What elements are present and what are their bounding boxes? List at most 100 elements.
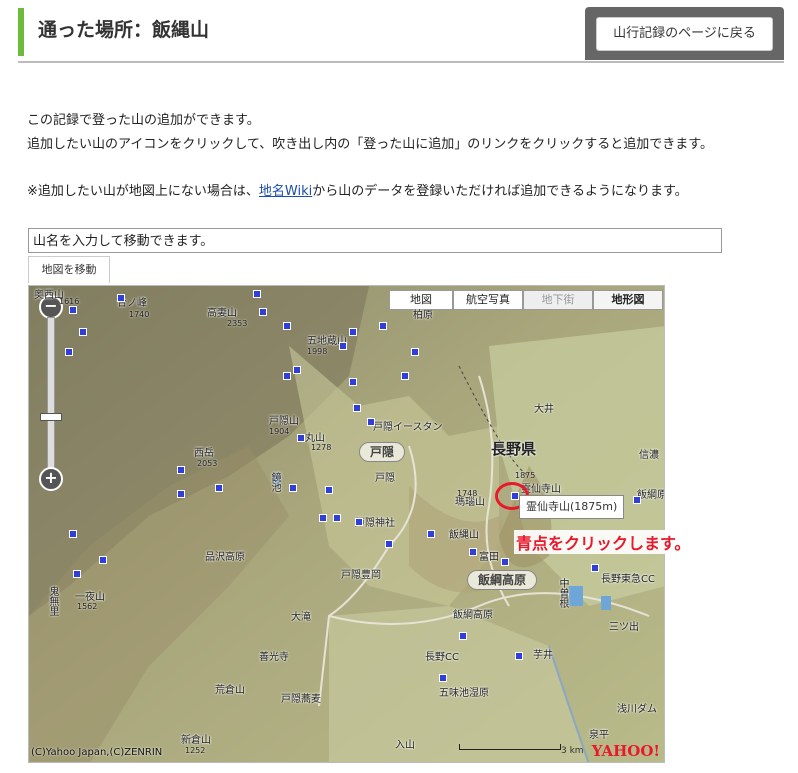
header-accent-bar xyxy=(18,8,24,56)
place-pill-iizuna: 飯綱高原 xyxy=(467,570,538,590)
mountain-marker[interactable] xyxy=(73,570,81,578)
mountain-marker[interactable] xyxy=(117,294,125,302)
mountain-marker[interactable] xyxy=(515,652,523,660)
mountain-marker[interactable] xyxy=(319,514,327,522)
mountain-marker[interactable] xyxy=(215,484,223,492)
mountain-marker[interactable] xyxy=(469,548,477,556)
place-label: 五味池湿原 xyxy=(439,688,489,699)
info-line-1: この記録で登った山の追加ができます。 xyxy=(27,113,260,128)
mountain-marker[interactable] xyxy=(283,372,291,380)
place-label: 三ツ出 xyxy=(609,622,639,633)
mountain-label: 一夜山 xyxy=(75,592,105,603)
place-label: 品沢高原 xyxy=(205,552,245,563)
map-copyright: (C)Yahoo Japan,(C)ZENRIN xyxy=(31,747,163,758)
mountain-marker[interactable] xyxy=(325,486,333,494)
mountain-elev: 1998 xyxy=(307,347,328,356)
place-label: 鬼無里 xyxy=(47,586,58,616)
mountain-marker[interactable] xyxy=(385,540,393,548)
place-label: 長野CC xyxy=(425,652,459,663)
page-title: 通った場所：飯縄山 xyxy=(38,19,210,41)
map-terrain xyxy=(29,286,664,762)
zoom-slider-handle[interactable] xyxy=(40,413,62,421)
mountain-marker[interactable] xyxy=(401,372,409,380)
mountain-elev: 1748 xyxy=(457,489,478,498)
mountain-marker[interactable] xyxy=(333,514,341,522)
mountain-elev: 1616 xyxy=(59,297,80,306)
place-pill-togakushi: 戸隠 xyxy=(359,442,406,462)
mountain-elev: 1904 xyxy=(269,427,290,436)
mountain-marker[interactable] xyxy=(439,674,447,682)
info-line-3-before: ※追加したい山が地図上にない場合は、 xyxy=(27,184,259,199)
info-line-3: ※追加したい山が地図上にない場合は、地名Wikiから山のデータを登録いただければ… xyxy=(27,180,688,199)
back-button-container: 山行記録のページに戻る xyxy=(585,7,784,60)
mountain-marker[interactable] xyxy=(177,490,185,498)
mountain-elev: 2353 xyxy=(227,319,248,328)
back-to-record-button[interactable]: 山行記録のページに戻る xyxy=(596,17,773,51)
place-label: 長野東急CC xyxy=(601,574,655,585)
mountain-marker[interactable] xyxy=(289,484,297,492)
mountain-marker[interactable] xyxy=(65,348,73,356)
zoom-slider-track[interactable] xyxy=(47,317,55,469)
mountain-label: 丸山 xyxy=(305,433,325,444)
mountain-label: 高妻山 xyxy=(207,308,237,319)
mountain-marker[interactable] xyxy=(501,558,509,566)
yahoo-logo: YAHOO! xyxy=(591,742,660,760)
zoom-control[interactable]: − + xyxy=(39,295,63,491)
mountain-label: 西岳 xyxy=(194,448,214,459)
info-line-3-after: から山のデータを登録いただければ追加できるようになります。 xyxy=(312,184,688,199)
mountain-marker[interactable] xyxy=(459,632,467,640)
mountain-label: 新倉山 xyxy=(181,735,211,746)
mountain-elev: 1740 xyxy=(129,310,150,319)
map-type-aerial[interactable]: 航空写真 xyxy=(453,290,523,310)
chimei-wiki-link[interactable]: 地名Wiki xyxy=(259,184,312,199)
mountain-elev: 1875 xyxy=(515,471,536,480)
mountain-marker[interactable] xyxy=(79,328,87,336)
mountain-elev: 1562 xyxy=(77,602,98,611)
place-label: 中曽根 xyxy=(557,578,568,608)
mountain-search-input[interactable]: 山名を入力して移動できます。 xyxy=(28,228,722,253)
mountain-marker[interactable] xyxy=(427,530,435,538)
place-label: 鏡池 xyxy=(269,472,280,492)
page-header: 通った場所：飯縄山 山行記録のページに戻る xyxy=(18,5,784,63)
place-label: 戸隠豊岡 xyxy=(341,570,381,581)
mountain-label: 荒倉山 xyxy=(215,685,245,696)
mountain-marker[interactable] xyxy=(355,518,363,526)
place-label: 芋井 xyxy=(533,650,553,661)
place-label: 泉平 xyxy=(589,730,609,741)
mountain-marker[interactable] xyxy=(283,322,291,330)
place-label: 飯綱高原 xyxy=(453,610,493,621)
place-label: 大井 xyxy=(534,404,554,415)
mountain-elev: 1278 xyxy=(311,443,332,452)
mountain-marker[interactable] xyxy=(99,556,107,564)
mountain-marker[interactable] xyxy=(633,496,641,504)
mountain-marker[interactable] xyxy=(379,322,387,330)
place-label: 大滝 xyxy=(291,612,311,623)
region-label: 長野県 xyxy=(491,440,537,458)
mountain-marker[interactable] xyxy=(297,434,305,442)
mountain-marker[interactable] xyxy=(259,308,267,316)
mountain-marker[interactable] xyxy=(69,306,77,314)
map-type-underground[interactable]: 地下街 xyxy=(523,290,593,310)
zoom-in-icon[interactable]: + xyxy=(39,467,63,491)
move-map-button[interactable]: 地図を移動 xyxy=(28,256,110,283)
place-label: 善光寺 xyxy=(259,652,289,663)
mountain-marker[interactable] xyxy=(69,530,77,538)
map-type-terrain[interactable]: 地形図 xyxy=(593,290,663,310)
marker-tooltip: 霊仙寺山(1875m) xyxy=(519,495,625,519)
mountain-marker[interactable] xyxy=(367,418,375,426)
mountain-marker[interactable] xyxy=(349,378,357,386)
instruction-callout: 青点をクリックします。 xyxy=(514,530,693,554)
mountain-elev: 1252 xyxy=(185,746,206,755)
mountain-marker[interactable] xyxy=(349,328,357,336)
mountain-marker[interactable] xyxy=(293,366,301,374)
mountain-marker[interactable] xyxy=(411,348,419,356)
mountain-marker[interactable] xyxy=(353,404,361,412)
place-label: 入山 xyxy=(395,740,415,751)
mountain-marker[interactable] xyxy=(339,342,347,350)
map-canvas[interactable]: 地図 航空写真 地下街 地形図 − + 合ノ峰 1740 高妻山 2353 五地… xyxy=(28,285,665,763)
mountain-marker[interactable] xyxy=(591,564,599,572)
mountain-marker[interactable] xyxy=(177,466,185,474)
place-label: 戸隠 xyxy=(375,473,395,484)
mountain-marker[interactable] xyxy=(253,290,261,298)
mountain-elev: 2053 xyxy=(197,459,218,468)
